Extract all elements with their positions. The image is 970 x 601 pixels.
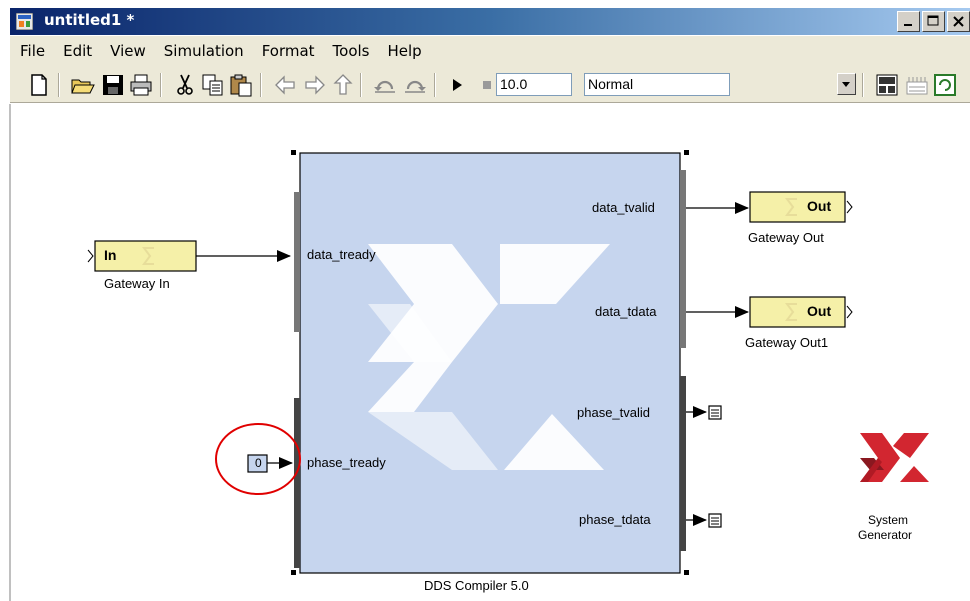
selection-handle[interactable]: [291, 570, 296, 575]
model-canvas[interactable]: [0, 0, 970, 601]
sysgen-label-line1: System: [868, 513, 909, 527]
xilinx-logo-icon[interactable]: [860, 433, 929, 482]
gateway-out-block[interactable]: [749, 191, 853, 223]
output-port-bar-1: [680, 170, 686, 348]
port-label-data-tdata: data_tdata: [595, 304, 657, 319]
dds-compiler-label: DDS Compiler 5.0: [424, 578, 529, 593]
port-label-phase-tready: phase_tready: [307, 455, 386, 470]
gateway-out-text: Out: [807, 198, 832, 214]
gateway-in-text: In: [104, 247, 117, 263]
gateway-in-label: Gateway In: [104, 276, 170, 291]
port-label-data-tvalid: data_tvalid: [592, 200, 655, 215]
terminator-block[interactable]: [708, 405, 722, 420]
selection-handle[interactable]: [291, 150, 296, 155]
port-label-phase-tdata: phase_tdata: [579, 512, 651, 527]
terminator-block[interactable]: [708, 513, 722, 528]
port-label-data-tready: data_tready: [307, 247, 376, 262]
gateway-out1-block[interactable]: [749, 296, 853, 328]
selection-handle[interactable]: [684, 570, 689, 575]
simulink-window: untitled1 * File Edit View Simulation Fo…: [0, 0, 970, 601]
sysgen-label-line2: Generator: [858, 528, 913, 542]
input-port-bar-2: [294, 398, 300, 568]
input-port-bar-1: [294, 192, 300, 332]
gateway-out-label: Gateway Out: [748, 230, 824, 245]
constant-value: 0: [255, 456, 262, 470]
selection-handle[interactable]: [684, 150, 689, 155]
port-label-phase-tvalid: phase_tvalid: [577, 405, 650, 420]
gateway-out1-label: Gateway Out1: [745, 335, 829, 350]
gateway-out1-text: Out: [807, 303, 832, 319]
output-port-bar-2: [680, 376, 686, 551]
